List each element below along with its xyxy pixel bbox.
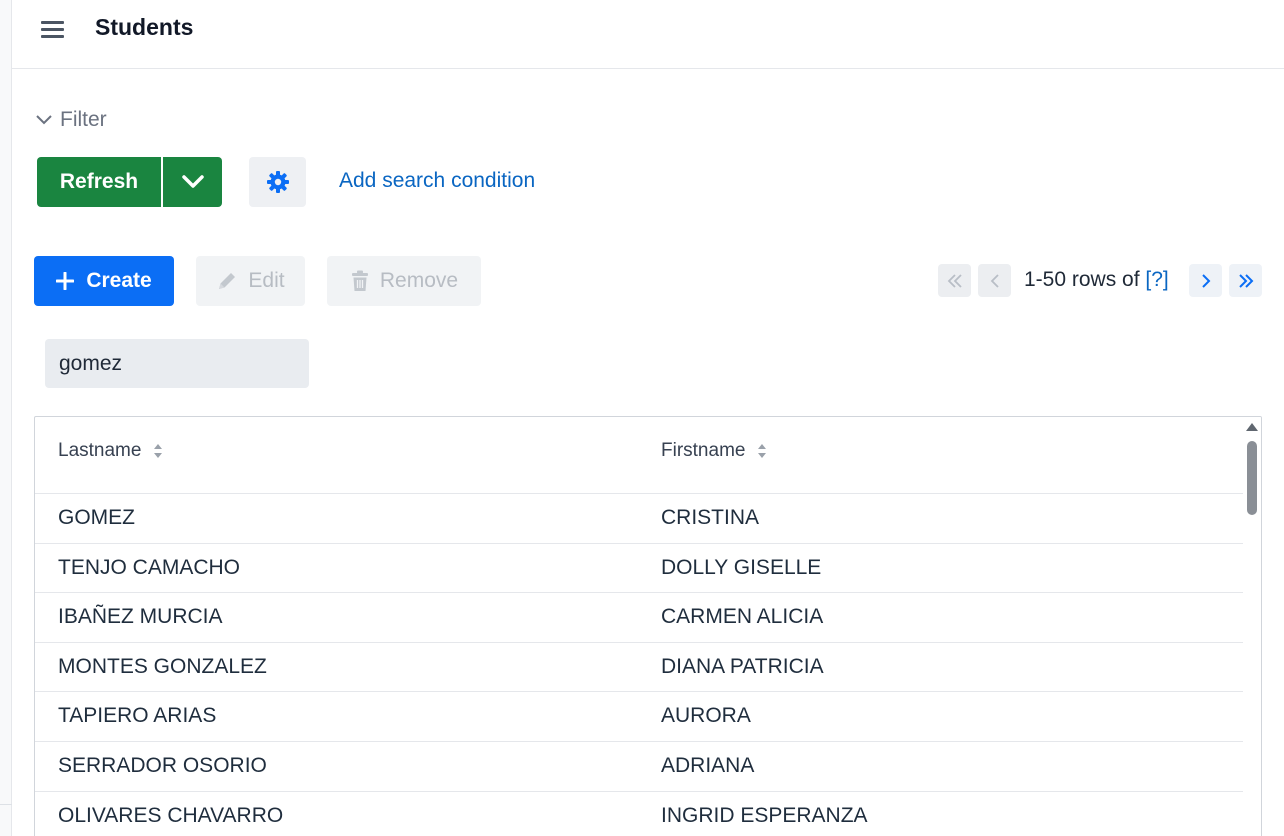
firstname-cell: CRISTINA xyxy=(661,506,760,529)
edit-button-label: Edit xyxy=(248,269,285,292)
gear-icon xyxy=(266,171,289,193)
firstname-cell: CARMEN ALICIA xyxy=(661,605,824,629)
edit-button[interactable]: Edit xyxy=(196,256,305,306)
table-row[interactable]: IBAÑEZ MURCIA CARMEN ALICIA xyxy=(35,593,1243,643)
table-row[interactable]: MONTES GONZALEZ DIANA PATRICIA xyxy=(35,643,1243,693)
side-rail xyxy=(0,0,12,836)
column-header-lastname[interactable]: Lastname xyxy=(58,440,163,462)
row-count-help-link[interactable]: [?] xyxy=(1145,268,1168,291)
table-scrollbar[interactable] xyxy=(1243,417,1261,836)
table-row[interactable]: GOMEZ CRISTINA xyxy=(35,494,1243,544)
table-row[interactable]: OLIVARES CHAVARRO INGRID ESPERANZA xyxy=(35,792,1243,836)
column-header-label: Firstname xyxy=(661,440,746,461)
lastname-cell: TAPIERO ARIAS xyxy=(58,704,217,728)
remove-button-label: Remove xyxy=(379,269,459,292)
next-page-button[interactable] xyxy=(1189,264,1222,297)
last-page-button[interactable] xyxy=(1229,264,1262,297)
double-chevron-left-icon xyxy=(947,273,962,288)
filter-settings-button[interactable] xyxy=(249,157,306,207)
firstname-cell: AURORA xyxy=(661,704,751,728)
lastname-cell: IBAÑEZ MURCIA xyxy=(58,605,223,629)
page-title: Students xyxy=(95,14,194,40)
chevron-left-icon xyxy=(990,273,999,288)
remove-button[interactable]: Remove xyxy=(327,256,481,306)
lastname-cell: TENJO CAMACHO xyxy=(58,555,241,579)
first-page-button[interactable] xyxy=(938,264,971,297)
firstname-cell: DOLLY GISELLE xyxy=(661,555,822,579)
sort-icon xyxy=(758,444,767,458)
lastname-cell: OLIVARES CHAVARRO xyxy=(58,803,284,827)
table-row[interactable]: TENJO CAMACHO DOLLY GISELLE xyxy=(35,544,1243,594)
column-header-label: Lastname xyxy=(58,440,142,461)
previous-page-button[interactable] xyxy=(978,264,1011,297)
chevron-down-icon xyxy=(36,115,52,125)
lastname-cell: MONTES GONZALEZ xyxy=(58,654,267,678)
firstname-cell: DIANA PATRICIA xyxy=(661,654,824,678)
double-chevron-right-icon xyxy=(1238,273,1253,288)
table-body: GOMEZ CRISTINA TENJO CAMACHO DOLLY GISEL… xyxy=(35,494,1243,836)
lastname-cell: SERRADOR OSORIO xyxy=(58,753,267,777)
chevron-right-icon xyxy=(1201,273,1210,288)
column-header-firstname[interactable]: Firstname xyxy=(661,440,767,462)
refresh-split-button: Refresh xyxy=(37,157,222,207)
scroll-thumb[interactable] xyxy=(1247,441,1257,515)
table-header: Lastname Firstname xyxy=(35,417,1243,494)
page-header: Students xyxy=(12,0,1284,69)
side-rail-footer xyxy=(0,804,12,836)
plus-icon xyxy=(56,272,75,290)
students-table: Lastname Firstname GOMEZ CRISTINA TENJO … xyxy=(34,416,1262,836)
lastname-cell: GOMEZ xyxy=(58,506,135,529)
filter-toggle[interactable]: Filter xyxy=(36,108,107,132)
search-input[interactable] xyxy=(45,339,309,388)
create-button-label: Create xyxy=(86,269,152,292)
chevron-down-icon xyxy=(181,175,204,188)
pencil-icon xyxy=(219,273,236,289)
filter-toggle-label: Filter xyxy=(60,108,107,131)
create-button[interactable]: Create xyxy=(34,256,174,306)
trash-icon xyxy=(351,270,368,291)
hamburger-menu-icon[interactable] xyxy=(41,19,65,41)
table-row[interactable]: TAPIERO ARIAS AURORA xyxy=(35,692,1243,742)
scroll-up-arrow-icon[interactable] xyxy=(1246,423,1258,431)
add-search-condition-link[interactable]: Add search condition xyxy=(339,169,535,193)
firstname-cell: INGRID ESPERANZA xyxy=(661,803,868,827)
pager-range-text: 1-50 rows of xyxy=(1024,268,1140,291)
firstname-cell: ADRIANA xyxy=(661,753,755,777)
refresh-button[interactable]: Refresh xyxy=(37,157,161,207)
table-row[interactable]: SERRADOR OSORIO ADRIANA xyxy=(35,742,1243,792)
pager-status: 1-50 rows of [?] xyxy=(1024,268,1169,292)
sort-icon xyxy=(154,444,163,458)
refresh-options-button[interactable] xyxy=(163,157,222,207)
